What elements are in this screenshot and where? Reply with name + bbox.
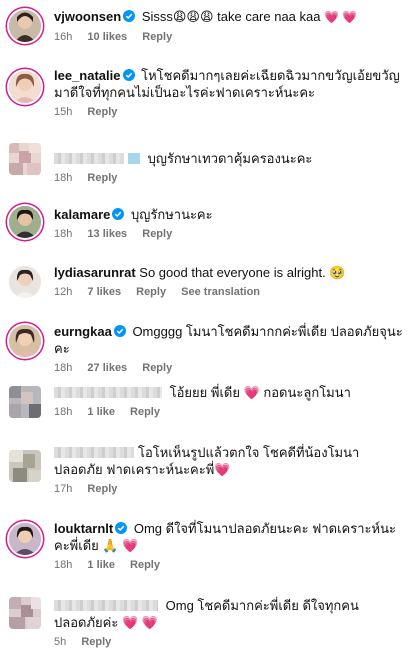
reply-button[interactable]: Reply [87,483,117,495]
timestamp: 18h [54,406,73,418]
comment-text: Omg โชคดีมากค่ะพี่เดีย ดีใจทุกคนปลอดภัยค… [54,597,404,631]
reply-button[interactable]: Reply [130,406,160,418]
username[interactable]: lee_natalie [54,68,121,83]
comment-item: โอ้ยยย พี่เดีย 💗 กอดนะลูกโมนา 18h 1 like… [0,384,412,428]
timestamp: 18h [54,228,73,240]
timestamp: 15h [54,106,73,118]
likes-count[interactable]: 7 likes [87,286,121,298]
blurred-username[interactable] [54,447,134,458]
reply-button[interactable]: Reply [87,172,117,184]
see-translation-button[interactable]: See translation [181,286,260,298]
blurred-username[interactable] [54,387,162,398]
comment-item: Omg โชคดีมากค่ะพี่เดีย ดีใจทุกคนปลอดภัยค… [0,597,412,651]
timestamp: 18h [54,172,73,184]
comment-item: louktarnlt Omg ดีใจที่โมนาปลอดภัยนะคะ ฟา… [0,520,412,578]
reply-button[interactable]: Reply [136,286,166,298]
comment-body: Sisss😩😩😩 take care naa kaa [141,9,321,24]
comment-item: lydiasarunrat So good that everyone is a… [0,264,412,308]
comment-text: louktarnlt Omg ดีใจที่โมนาปลอดภัยนะคะ ฟา… [54,520,404,554]
comment-meta: 18h 1 like Reply [54,558,404,572]
reply-button[interactable]: Reply [142,31,172,43]
comment-body: บุญรักษาเทวดาคุ้มครองนะคะ [147,151,313,166]
heart-emoji: 💗 💗 [324,10,358,24]
username[interactable]: louktarnlt [54,521,113,536]
avatar[interactable] [9,325,41,357]
comment-meta: 15h Reply [54,105,404,119]
timestamp: 17h [54,483,73,495]
timestamp: 18h [54,559,73,571]
comment-text: lydiasarunrat So good that everyone is a… [54,264,404,281]
avatar[interactable] [9,10,41,42]
comment-meta: 5h Reply [54,635,404,649]
avatar[interactable] [9,266,41,298]
comment-meta: 18h 13 likes Reply [54,227,404,241]
comment-meta: 12h 7 likes Reply See translation [54,285,404,299]
reply-button[interactable]: Reply [130,559,160,571]
comment-meta: 18h Reply [54,171,404,185]
likes-count[interactable]: 10 likes [87,31,127,43]
likes-count[interactable]: 27 likes [87,362,127,374]
comment-meta: 17h Reply [54,482,404,496]
comment-text: vjwoonsen Sisss😩😩😩 take care naa kaa 💗 💗 [54,8,404,26]
comment-body: บุญรักษานะคะ [131,207,213,222]
avatar[interactable] [9,450,41,482]
avatar[interactable] [9,206,41,238]
comment-body: โอ้ยยย พี่เดีย 💗 กอดนะลูกโมนา [169,385,351,400]
comment-item: eurngkaa Omgggg โมนาโชคดีมากกค่ะพี่เดีย … [0,323,412,374]
comment-meta: 16h 10 likes Reply [54,30,404,44]
comment-meta: 18h 27 likes Reply [54,361,404,375]
likes-count[interactable]: 1 like [87,406,115,418]
username[interactable]: kalamare [54,207,110,222]
comment-item: lee_natalie โหโชคดีมากๆเลยค่ะเฉียดฉิวมาก… [0,67,412,125]
username[interactable]: eurngkaa [54,324,112,339]
comment-text: โอ้ยยย พี่เดีย 💗 กอดนะลูกโมนา [54,384,404,401]
comment-text: บุญรักษาเทวดาคุ้มครองนะคะ [54,150,404,167]
avatar[interactable] [9,143,41,175]
avatar[interactable] [9,597,41,629]
avatar[interactable] [9,386,41,418]
comment-item: โอโหเห็นรูปแล้วตกใจ โชคดีที่น้องโมนาปลอด… [0,444,412,502]
verified-badge-icon [115,522,128,534]
username[interactable]: vjwoonsen [54,9,121,24]
verified-badge-icon [113,325,126,337]
comment-text: lee_natalie โหโชคดีมากๆเลยค่ะเฉียดฉิวมาก… [54,67,404,101]
avatar[interactable] [9,71,41,103]
reply-button[interactable]: Reply [142,228,172,240]
username[interactable]: lydiasarunrat [54,265,136,280]
likes-count[interactable]: 13 likes [87,228,127,240]
timestamp: 5h [54,636,67,648]
comment-item: บุญรักษาเทวดาคุ้มครองนะคะ 18h Reply [0,143,412,187]
reply-button[interactable]: Reply [87,106,117,118]
timestamp: 18h [54,362,73,374]
verified-badge-icon [123,10,136,22]
blurred-username[interactable] [54,153,124,164]
comment-text: โอโหเห็นรูปแล้วตกใจ โชคดีที่น้องโมนาปลอด… [54,444,404,478]
blurred-username[interactable] [54,600,158,611]
verified-badge-icon [112,208,125,220]
comment-item: vjwoonsen Sisss😩😩😩 take care naa kaa 💗 💗… [0,8,412,52]
timestamp: 12h [54,286,73,298]
comment-text: kalamare บุญรักษานะคะ [54,206,404,223]
comments-list: vjwoonsen Sisss😩😩😩 take care naa kaa 💗 💗… [0,0,412,652]
reply-button[interactable]: Reply [142,362,172,374]
reply-button[interactable]: Reply [81,636,111,648]
comment-meta: 18h 1 like Reply [54,405,404,419]
comment-body: So good that everyone is alright. 🥹 [139,265,346,280]
timestamp: 16h [54,31,73,43]
comment-item: kalamare บุญรักษานะคะ 18h 13 likes Reply [0,206,412,250]
comment-text: eurngkaa Omgggg โมนาโชคดีมากกค่ะพี่เดีย … [54,323,404,357]
verified-badge-icon [122,69,135,81]
avatar[interactable] [9,523,41,555]
likes-count[interactable]: 1 like [87,559,115,571]
